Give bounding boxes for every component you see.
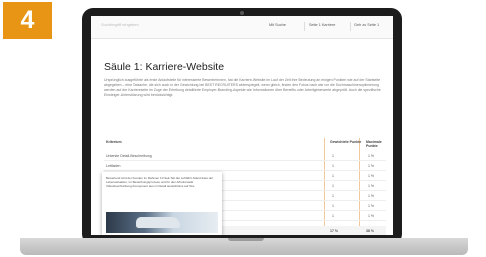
row-max: 1 % [368,194,375,198]
info-tooltip: Bewertend wird der Kunden im Rahmen 10 S… [102,172,222,235]
toolbar-divider [304,22,305,31]
intro-paragraph: Ursprünglich ausgeführte als erste Anlau… [104,78,381,97]
row-label: Unterste Detail-Beschreibung [106,154,152,158]
toolbar-button-page[interactable]: Seite 1 Karriere [309,23,335,27]
table-row: Unterste Detail-Beschreibung 1 1 % [104,151,386,161]
step-number-badge: 4 [3,2,52,39]
total-max: 38 % [366,229,374,233]
car-image [106,212,218,233]
column-header-criterion: Kriterium [106,140,122,144]
car-shape [136,217,180,228]
column-header-score: Gewichtete Punkte [330,140,362,144]
row-score: 1 [332,204,334,208]
row-max: 1 % [368,164,375,168]
base-notch [228,238,264,241]
row-score: 1 [332,194,334,198]
toolbar-button-search[interactable]: Mit Suche [269,23,286,27]
table-row: Leitfaden 1 1 % [104,161,386,171]
page-title: Säule 1: Karriere-Website [104,61,225,73]
total-score: 17 % [330,229,338,233]
laptop-base [20,238,468,255]
row-score: 1 [332,164,334,168]
row-max: 1 % [368,184,375,188]
row-score: 1 [332,214,334,218]
search-input[interactable]: Suchbegriff eingeben [101,22,221,31]
row-label: Leitfaden [106,164,121,168]
top-toolbar: Suchbegriff eingeben Mit Suche Seite 1 K… [91,16,393,39]
row-max: 1 % [368,204,375,208]
row-score: 1 [332,154,334,158]
laptop-screen: Suchbegriff eingeben Mit Suche Seite 1 K… [91,16,393,235]
tooltip-text: Bewertend wird der Kunden im Rahmen 10 S… [106,176,214,189]
laptop-frame: Suchbegriff eingeben Mit Suche Seite 1 K… [82,8,402,245]
row-max: 1 % [368,154,375,158]
row-score: 1 [332,184,334,188]
toolbar-button-goto[interactable]: Geh zu Seite 1 [354,23,379,27]
column-header-max: Maximale Punkte [366,140,382,148]
row-score: 1 [332,174,334,178]
row-max: 1 % [368,174,375,178]
row-max: 1 % [368,214,375,218]
camera-icon [240,11,244,15]
toolbar-divider [350,22,351,31]
